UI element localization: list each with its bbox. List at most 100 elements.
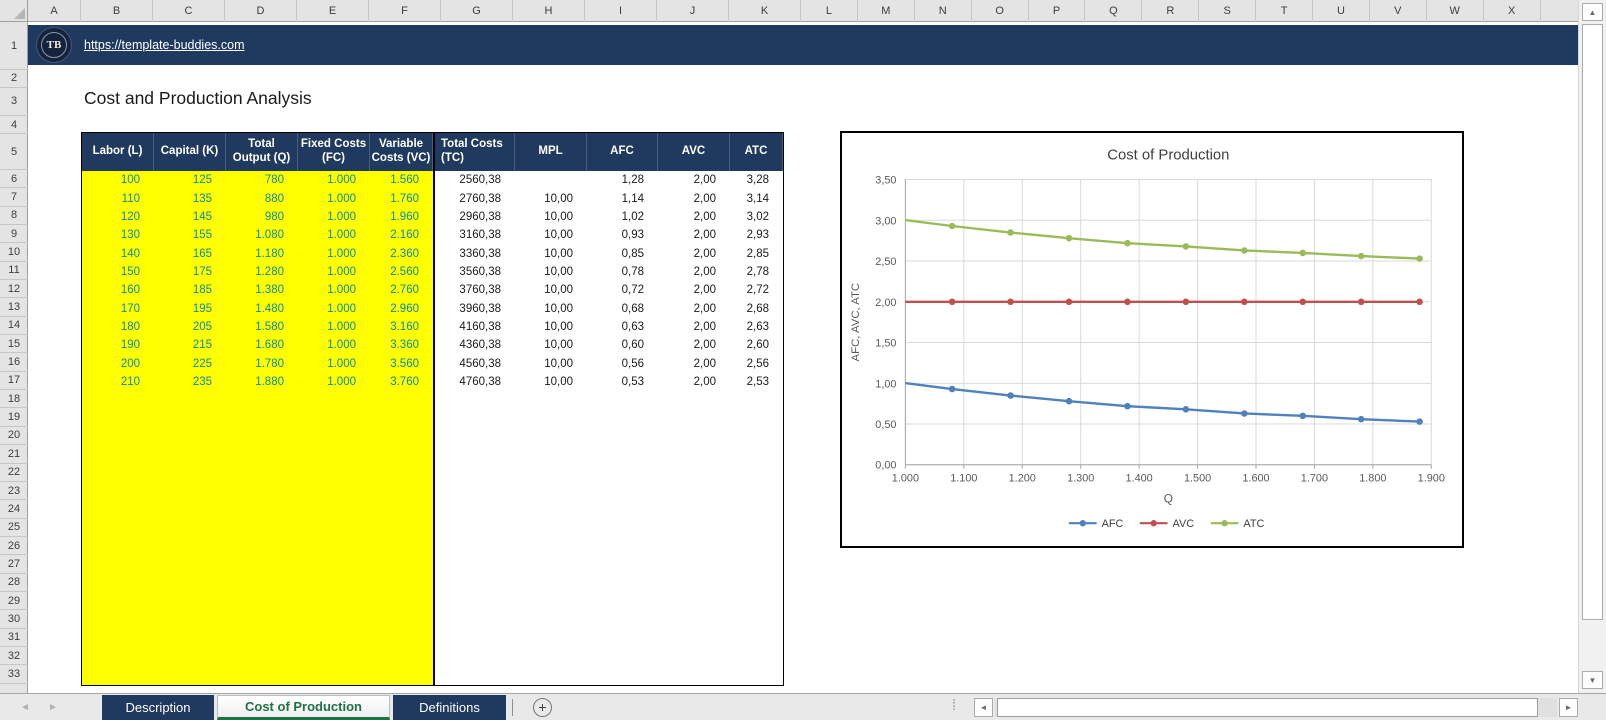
column-header-T[interactable]: T <box>1256 0 1314 22</box>
table-header-cell[interactable]: Total Output (Q) <box>226 133 298 171</box>
table-cell[interactable]: 10,00 <box>515 373 587 391</box>
table-cell[interactable]: 0,78 <box>587 263 658 281</box>
horizontal-scrollbar-thumb[interactable] <box>997 698 1538 717</box>
sheet-tab-cost-of-production[interactable]: Cost of Production <box>217 695 390 720</box>
table-cell[interactable]: 1.000 <box>298 336 370 355</box>
table-cell[interactable]: 10,00 <box>515 189 587 207</box>
table-cell[interactable]: 0,68 <box>587 299 658 317</box>
tab-nav-right-icon[interactable]: ► <box>48 702 58 713</box>
table-cell[interactable]: 780 <box>226 171 298 190</box>
row-header-25[interactable]: 25 <box>0 519 28 537</box>
cost-chart[interactable]: Cost of Production 0,00 0,50 1,00 1,50 2,00 2,… <box>840 131 1464 548</box>
table-cell[interactable]: 120 <box>82 207 154 227</box>
row-header-23[interactable]: 23 <box>0 482 28 501</box>
table-cell[interactable]: 1.560 <box>370 171 433 190</box>
row-header-7[interactable]: 7 <box>0 188 28 207</box>
table-cell[interactable]: 2,00 <box>658 171 730 189</box>
website-link[interactable]: https://template-buddies.com <box>84 38 245 52</box>
table-cell[interactable]: 1.080 <box>226 226 298 245</box>
column-header-D[interactable]: D <box>225 0 297 22</box>
column-header-H[interactable]: H <box>513 0 585 22</box>
table-cell[interactable]: 1.760 <box>370 189 433 208</box>
column-header-I[interactable]: I <box>585 0 657 22</box>
row-header-6[interactable]: 6 <box>0 170 28 189</box>
table-cell[interactable]: 1.000 <box>298 189 370 208</box>
table-cell[interactable]: 1,28 <box>587 171 658 189</box>
table-cell[interactable]: 2,00 <box>658 318 730 336</box>
table-header-cell[interactable]: Labor (L) <box>82 133 154 171</box>
table-cell[interactable]: 2,56 <box>730 354 783 372</box>
table-cell[interactable]: 0,53 <box>587 373 658 391</box>
column-header-N[interactable]: N <box>915 0 972 22</box>
column-header-C[interactable]: C <box>153 0 225 22</box>
column-header-B[interactable]: B <box>81 0 153 22</box>
table-cell[interactable]: 200 <box>82 354 154 373</box>
column-header-W[interactable]: W <box>1427 0 1484 22</box>
table-header-cell[interactable]: ATC <box>730 133 783 171</box>
scroll-down-icon[interactable]: ▼ <box>1582 671 1603 689</box>
table-cell[interactable]: 3.360 <box>370 336 433 355</box>
table-cell[interactable]: 10,00 <box>515 226 587 244</box>
table-cell[interactable]: 10,00 <box>515 318 587 336</box>
row-header-4[interactable]: 4 <box>0 116 28 134</box>
row-header-32[interactable]: 32 <box>0 647 28 666</box>
table-cell[interactable]: 10,00 <box>515 263 587 281</box>
table-cell[interactable]: 2,00 <box>658 373 730 391</box>
table-cell[interactable]: 2.360 <box>370 244 433 263</box>
table-cell[interactable]: 165 <box>154 244 226 263</box>
table-header-cell[interactable]: AFC <box>587 133 658 171</box>
row-header-22[interactable]: 22 <box>0 464 28 482</box>
table-cell[interactable]: 3,14 <box>730 189 783 207</box>
table-header-cell[interactable]: Capital (K) <box>154 133 226 171</box>
vertical-scrollbar-thumb[interactable] <box>1582 24 1603 620</box>
table-header-cell[interactable]: AVC <box>658 133 730 171</box>
table-cell[interactable]: 185 <box>154 281 226 300</box>
table-cell[interactable]: 3760,38 <box>433 281 515 300</box>
table-cell[interactable]: 110 <box>82 189 154 208</box>
table-cell[interactable]: 2,00 <box>658 263 730 281</box>
table-cell[interactable]: 2,60 <box>730 336 783 354</box>
grip-dots-icon[interactable]: ⁞ <box>952 697 956 714</box>
table-cell[interactable]: 980 <box>226 207 298 227</box>
row-header-11[interactable]: 11 <box>0 262 28 281</box>
column-header-Q[interactable]: Q <box>1085 0 1143 22</box>
table-cell[interactable]: 210 <box>82 372 154 392</box>
table-cell[interactable]: 1.880 <box>226 372 298 392</box>
row-header-16[interactable]: 16 <box>0 353 28 372</box>
table-cell[interactable]: 10,00 <box>515 244 587 262</box>
column-header-G[interactable]: G <box>441 0 513 22</box>
column-header-U[interactable]: U <box>1313 0 1370 22</box>
column-header-K[interactable]: K <box>729 0 801 22</box>
column-header-O[interactable]: O <box>972 0 1029 22</box>
table-cell[interactable]: 1,02 <box>587 208 658 226</box>
table-cell[interactable]: 2,63 <box>730 318 783 336</box>
table-cell[interactable]: 0,56 <box>587 354 658 372</box>
table-cell[interactable]: 2,00 <box>658 354 730 372</box>
table-cell[interactable]: 180 <box>82 317 154 337</box>
table-cell[interactable]: 2,72 <box>730 281 783 299</box>
table-cell[interactable]: 10,00 <box>515 354 587 372</box>
row-header-9[interactable]: 9 <box>0 225 28 244</box>
table-cell[interactable]: 1.000 <box>298 299 370 318</box>
column-header-E[interactable]: E <box>297 0 369 22</box>
column-header-A[interactable]: A <box>28 0 81 22</box>
table-cell[interactable]: 2960,38 <box>433 207 515 227</box>
row-header-18[interactable]: 18 <box>0 390 28 409</box>
table-cell[interactable]: 2.160 <box>370 226 433 245</box>
table-cell[interactable]: 2,53 <box>730 373 783 391</box>
row-header-24[interactable]: 24 <box>0 500 28 519</box>
table-header-cell[interactable]: MPL <box>515 133 587 171</box>
table-cell[interactable]: 2560,38 <box>433 171 515 190</box>
sheet-tab-description[interactable]: Description <box>102 695 214 720</box>
table-cell[interactable] <box>515 171 587 189</box>
table-cell[interactable]: 225 <box>154 354 226 373</box>
table-cell[interactable]: 2,00 <box>658 189 730 207</box>
table-cell[interactable]: 2,00 <box>658 244 730 262</box>
column-header-M[interactable]: M <box>858 0 915 22</box>
table-cell[interactable]: 190 <box>82 336 154 355</box>
row-header-20[interactable]: 20 <box>0 427 28 446</box>
column-header-J[interactable]: J <box>657 0 729 22</box>
add-sheet-button[interactable]: + <box>533 698 552 717</box>
row-header-15[interactable]: 15 <box>0 335 28 354</box>
table-cell[interactable]: 175 <box>154 262 226 282</box>
